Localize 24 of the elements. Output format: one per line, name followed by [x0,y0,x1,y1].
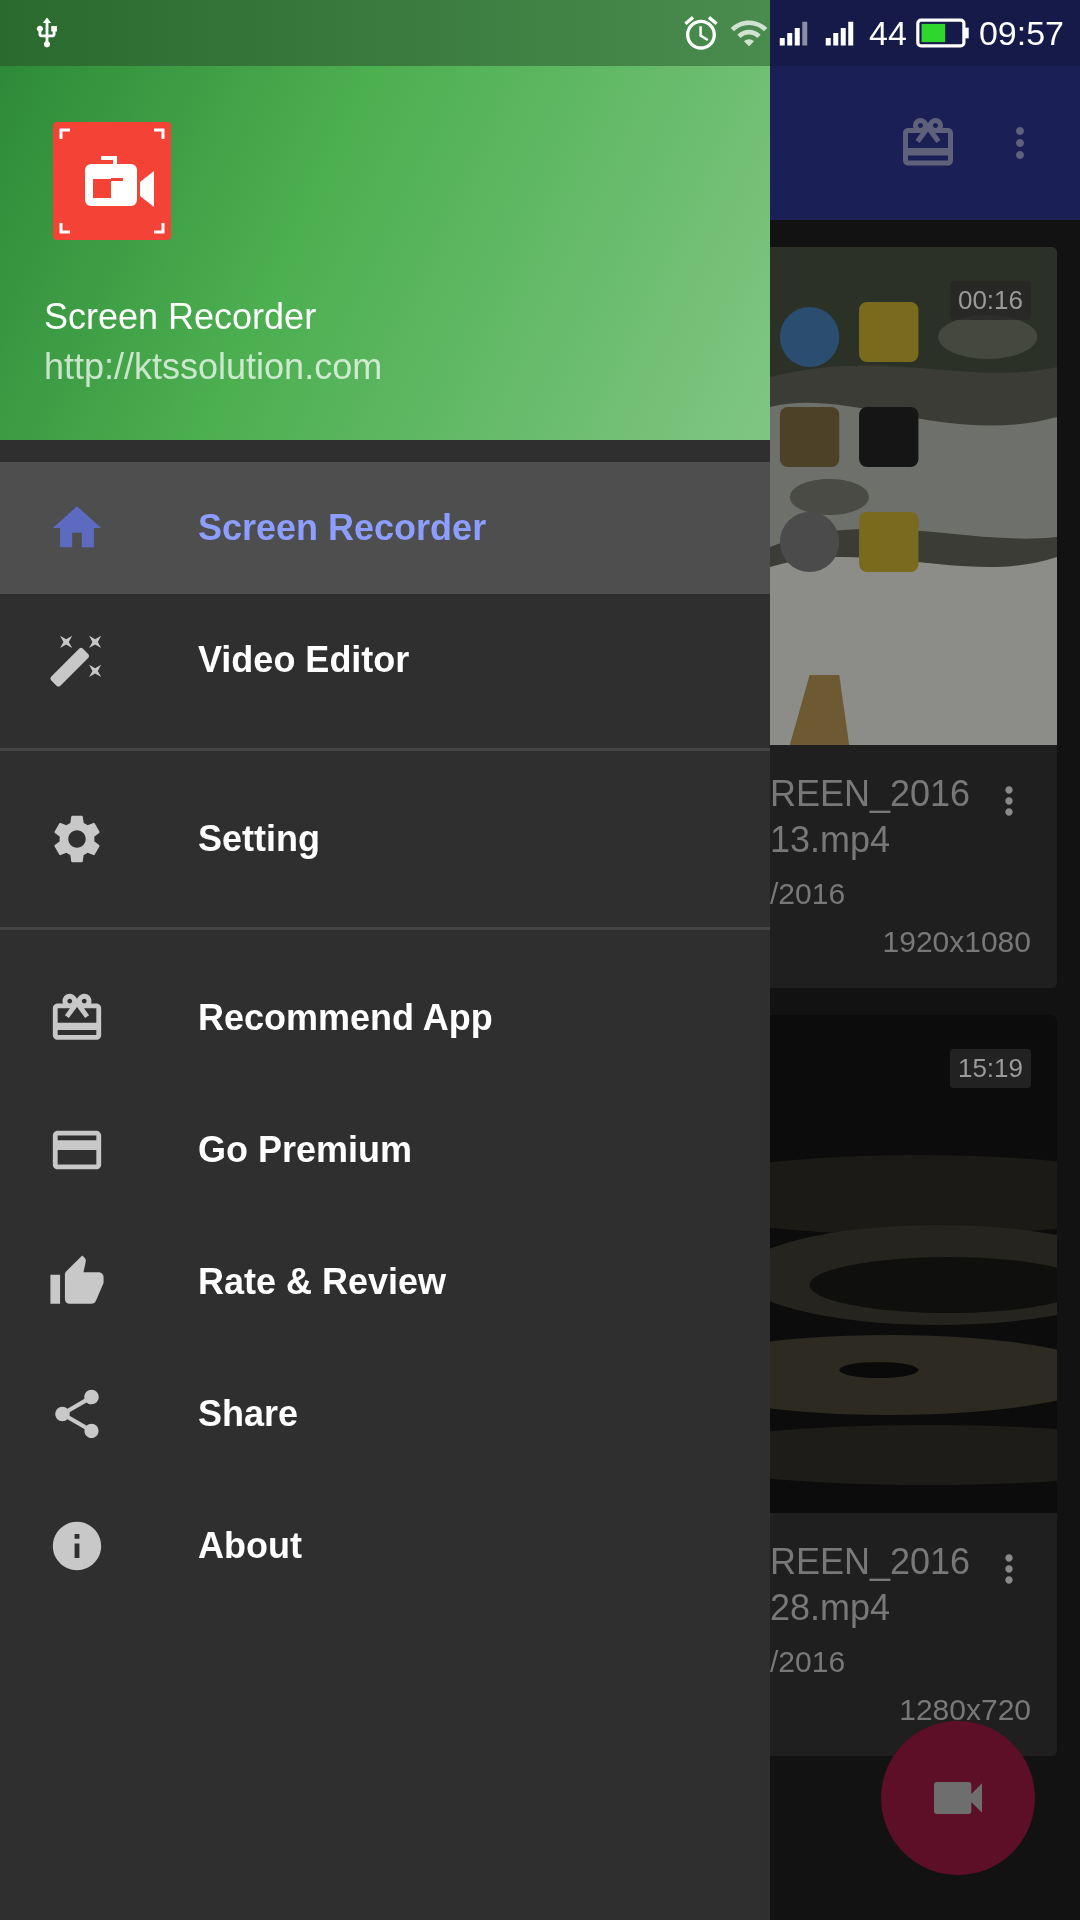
resolution-label: 1280x720 [898,1693,1031,1727]
menu-item[interactable]: About [0,1480,770,1612]
file-name: REEN_2016 [770,772,971,816]
status-number: 44 [869,13,907,53]
menu-item[interactable]: Share [0,1348,770,1480]
video-card[interactable]: 00:16 REEN_2016 13.mp4 /2016 1920x1080 [770,247,1057,988]
menu-item[interactable]: Setting [0,773,770,905]
clock-time: 09:57 [978,13,1064,53]
app-logo-icon [53,122,171,240]
battery-icon [914,18,971,48]
duration-label: 15:19 [949,1049,1031,1088]
menu-item[interactable]: Recommend App [0,952,770,1084]
menu-item[interactable]: Go Premium [0,1084,770,1216]
file-name: 28.mp4 [770,1586,892,1630]
app-name: Screen Recorder [44,295,318,339]
file-name: 13.mp4 [770,818,892,862]
video-card[interactable]: 15:19 REEN_2016 28.mp4 /2016 1280x720 [770,1015,1057,1756]
duration-label: 00:16 [949,281,1031,320]
menu-item[interactable]: Rate & Review [0,1216,770,1348]
file-name: REEN_2016 [770,1540,971,1584]
date-label: /2016 [770,877,847,911]
menu-item[interactable]: Video Editor [0,594,770,726]
date-label: /2016 [770,1645,847,1679]
resolution-label: 1920x1080 [881,925,1031,959]
